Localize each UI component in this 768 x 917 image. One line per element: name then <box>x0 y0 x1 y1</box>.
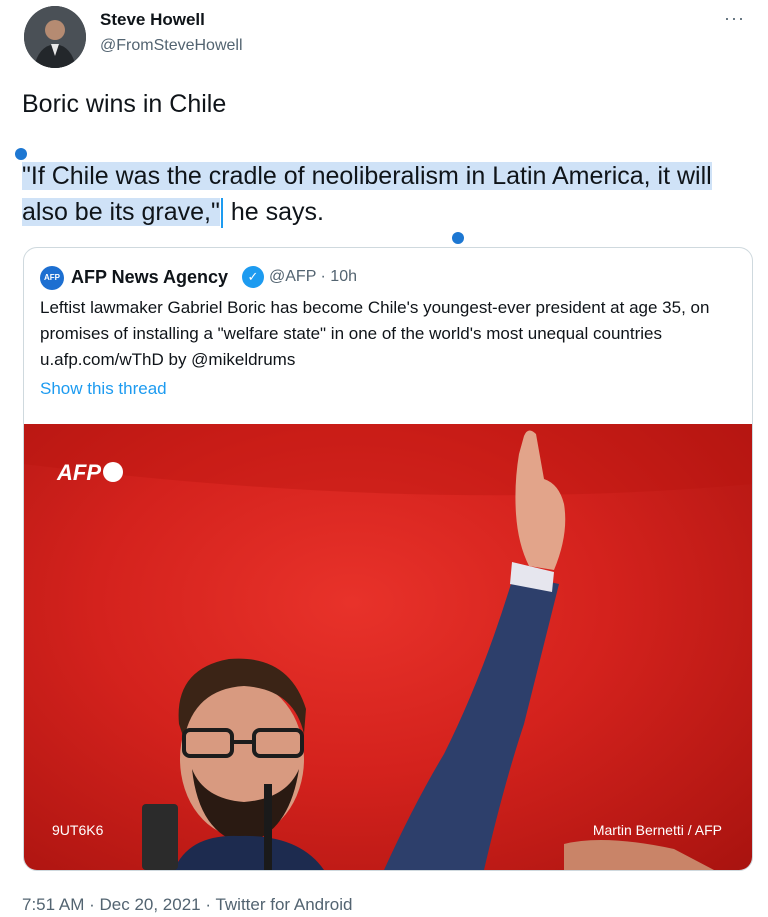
author-name[interactable]: Steve Howell <box>100 10 205 30</box>
separator-dot: · <box>205 895 216 914</box>
separator-dot: · <box>89 895 100 914</box>
selection-end-handle[interactable] <box>452 232 464 244</box>
verified-badge-icon: ✓ <box>242 266 264 288</box>
tweet-timestamp[interactable]: 7:51 AM · Dec 20, 2021 · Twitter for And… <box>22 895 352 915</box>
more-options-icon[interactable]: ··· <box>724 8 745 29</box>
tweet-quote-text: "If Chile was the cradle of neoliberalis… <box>22 158 742 230</box>
photo-code: 9UT6K6 <box>52 822 104 838</box>
show-thread-link[interactable]: Show this thread <box>40 379 167 399</box>
date[interactable]: Dec 20, 2021 <box>100 895 201 914</box>
source-app[interactable]: Twitter for Android <box>215 895 352 914</box>
quoted-handle-time[interactable]: @AFP · 10h <box>269 268 357 286</box>
quoted-tweet-text: Leftist lawmaker Gabriel Boric has becom… <box>40 298 710 369</box>
afp-logo-dot-icon <box>103 462 123 482</box>
selected-text: "If Chile was the cradle of neoliberalis… <box>22 162 712 226</box>
afp-logo-text: AFP <box>57 460 101 485</box>
avatar[interactable] <box>24 6 86 68</box>
photo-illustration <box>24 424 752 870</box>
photo-credit: Martin Bernetti / AFP <box>592 822 722 838</box>
unselected-text: he says. <box>223 198 324 226</box>
tweet-text-line: Boric wins in Chile <box>22 90 227 118</box>
quoted-tweet-card[interactable]: AFP AFP News Agency ✓ @AFP · 10h Leftist… <box>23 247 753 871</box>
selection-start-handle[interactable] <box>15 148 27 160</box>
quoted-photo[interactable]: AFP 9UT6K6 Martin Bernetti / AFP <box>24 424 752 870</box>
afp-avatar[interactable]: AFP <box>40 266 64 290</box>
author-handle[interactable]: @FromSteveHowell <box>100 37 243 55</box>
text-cursor <box>220 198 223 229</box>
afp-logo: AFP <box>57 460 123 486</box>
time[interactable]: 7:51 AM <box>22 895 84 914</box>
quoted-author-name[interactable]: AFP News Agency <box>71 267 228 288</box>
